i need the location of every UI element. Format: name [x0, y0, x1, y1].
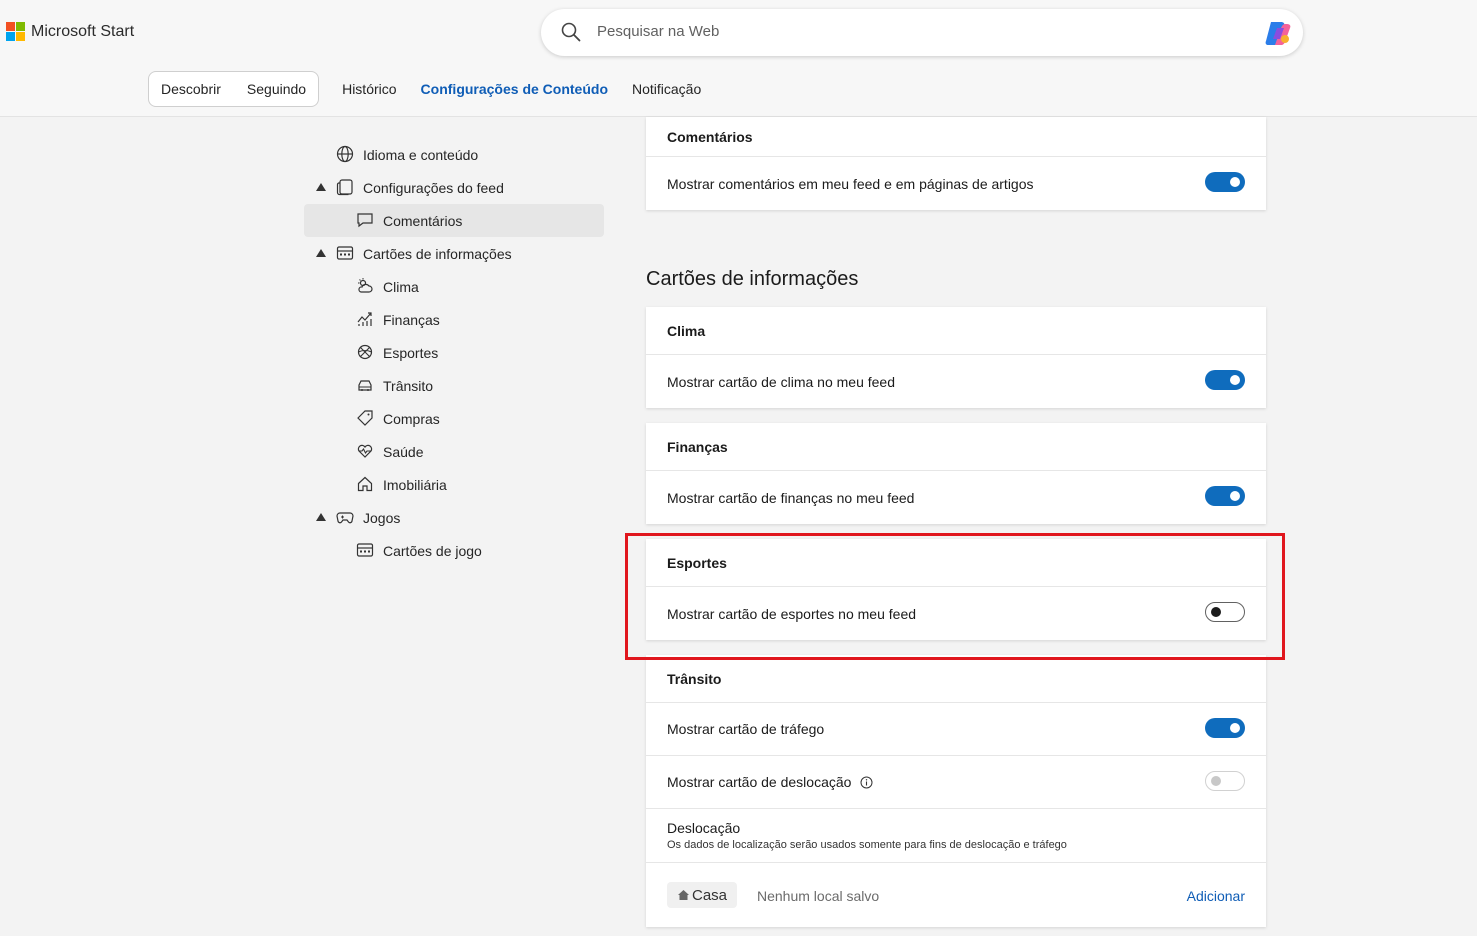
traffic-card: Trânsito Mostrar cartão de tráfego Mostr…: [646, 655, 1266, 927]
comments-toggle-row: Mostrar comentários em meu feed e em pág…: [646, 157, 1266, 210]
tag-icon: [357, 410, 373, 426]
commute-description: Os dados de localização serão usados som…: [667, 839, 1067, 851]
microsoft-logo-icon: [6, 22, 25, 41]
comments-card: Comentários Mostrar comentários em meu f…: [646, 117, 1266, 210]
weather-toggle[interactable]: [1205, 370, 1245, 390]
feed-icon: [336, 179, 353, 196]
row-label: Mostrar cartão de tráfego: [667, 721, 825, 737]
row-label: Mostrar cartão de finanças no meu feed: [667, 489, 915, 506]
sidebar-item-label: Idioma e conteúdo: [363, 147, 479, 163]
info-icon[interactable]: [860, 776, 873, 789]
row-label: Mostrar comentários em meu feed e em pág…: [667, 175, 1034, 192]
feed-toggle-pill: Descobrir Seguindo: [148, 71, 320, 107]
finance-icon: [357, 312, 372, 326]
sports-card: Esportes Mostrar cartão de esportes no m…: [646, 539, 1266, 640]
row-label: Mostrar cartão de clima no meu feed: [667, 373, 895, 390]
nav-following[interactable]: Seguindo: [247, 81, 306, 97]
traffic-toggle-row: Mostrar cartão de tráfego: [646, 703, 1266, 756]
expand-caret-icon[interactable]: [316, 513, 326, 521]
top-nav: Descobrir Seguindo Histórico Configuraçõ…: [148, 71, 701, 107]
sidebar-item-label: Jogos: [363, 510, 401, 526]
commute-title: Deslocação: [667, 820, 741, 836]
sidebar-item-label: Comentários: [383, 213, 463, 229]
nav-content-settings[interactable]: Configurações de Conteúdo: [421, 81, 608, 97]
sidebar-item-label: Cartões de jogo: [383, 543, 482, 559]
top-header: Microsoft Start Pesquisar na Web Descobr…: [0, 0, 1477, 117]
weather-toggle-row: Mostrar cartão de clima no meu feed: [646, 355, 1266, 408]
sidebar-item-label: Imobiliária: [383, 477, 447, 493]
sidebar-item-health[interactable]: Saúde: [304, 435, 604, 468]
weather-card: Clima Mostrar cartão de clima no meu fee…: [646, 307, 1266, 408]
search-icon: [561, 22, 581, 42]
comment-icon: [357, 213, 373, 228]
home-chip: Casa: [667, 882, 737, 908]
search-bar[interactable]: Pesquisar na Web: [541, 9, 1303, 56]
card-title: Esportes: [646, 539, 1266, 587]
home-icon: [357, 476, 373, 492]
sidebar-item-shopping[interactable]: Compras: [304, 402, 604, 435]
copilot-icon[interactable]: [1263, 19, 1293, 47]
home-location-row: Casa Nenhum local salvo Adicionar: [646, 863, 1266, 927]
add-home-link[interactable]: Adicionar: [1187, 888, 1245, 904]
commute-toggle-row: Mostrar cartão de deslocação: [646, 756, 1266, 809]
finance-card: Finanças Mostrar cartão de finanças no m…: [646, 423, 1266, 524]
settings-sidebar: Idioma e conteúdo Configurações do feed …: [304, 138, 604, 567]
sidebar-item-label: Finanças: [383, 312, 440, 328]
sports-toggle-row: Mostrar cartão de esportes no meu feed: [646, 587, 1266, 640]
card-title: Trânsito: [646, 655, 1266, 703]
sidebar-item-traffic[interactable]: Trânsito: [304, 369, 604, 402]
home-empty-text: Nenhum local salvo: [757, 888, 880, 904]
expand-caret-icon[interactable]: [316, 249, 326, 257]
expand-caret-icon[interactable]: [316, 183, 326, 191]
home-label: Casa: [692, 886, 728, 904]
finance-toggle[interactable]: [1205, 486, 1245, 506]
sidebar-item-game-cards[interactable]: Cartões de jogo: [304, 534, 604, 567]
sidebar-item-weather[interactable]: Clima: [304, 270, 604, 303]
card-title: Comentários: [646, 117, 1266, 157]
sidebar-item-feed-settings[interactable]: Configurações do feed: [304, 171, 604, 204]
sidebar-item-label: Esportes: [383, 345, 439, 361]
sidebar-item-language[interactable]: Idioma e conteúdo: [304, 138, 604, 171]
car-icon: [358, 380, 372, 391]
search-input[interactable]: Pesquisar na Web: [597, 23, 719, 40]
sidebar-item-label: Compras: [383, 411, 440, 427]
microsoft-start-logo[interactable]: Microsoft Start: [6, 22, 134, 41]
commute-section: Deslocação Os dados de localização serão…: [646, 809, 1266, 863]
card-title: Clima: [646, 307, 1266, 355]
finance-toggle-row: Mostrar cartão de finanças no meu feed: [646, 471, 1266, 524]
section-title-info-cards: Cartões de informações: [646, 268, 859, 290]
nav-discover[interactable]: Descobrir: [161, 81, 221, 97]
row-label: Mostrar cartão de deslocação: [667, 774, 852, 790]
health-icon: [357, 444, 373, 458]
sidebar-item-finance[interactable]: Finanças: [304, 303, 604, 336]
cards-icon: [336, 246, 354, 260]
cards-icon: [356, 543, 374, 557]
comments-toggle[interactable]: [1205, 172, 1245, 192]
home-icon: [678, 890, 689, 900]
sports-icon: [357, 344, 373, 360]
sports-toggle[interactable]: [1205, 602, 1245, 622]
weather-icon: [358, 278, 373, 293]
sidebar-item-label: Saúde: [383, 444, 424, 460]
traffic-toggle[interactable]: [1205, 718, 1245, 738]
sidebar-item-sports[interactable]: Esportes: [304, 336, 604, 369]
sidebar-item-label: Clima: [383, 279, 419, 295]
sidebar-item-label: Trânsito: [383, 378, 434, 394]
sidebar-item-label: Cartões de informações: [363, 246, 512, 262]
row-label: Mostrar cartão de esportes no meu feed: [667, 605, 917, 622]
gamepad-icon: [336, 512, 354, 524]
brand-name: Microsoft Start: [31, 22, 135, 40]
nav-notification[interactable]: Notificação: [632, 81, 701, 97]
sidebar-item-label: Configurações do feed: [363, 180, 504, 196]
commute-toggle[interactable]: [1205, 771, 1245, 791]
globe-icon: [336, 145, 354, 163]
sidebar-item-games[interactable]: Jogos: [304, 501, 604, 534]
sidebar-item-info-cards[interactable]: Cartões de informações: [304, 237, 604, 270]
card-title: Finanças: [646, 423, 1266, 471]
sidebar-item-comments[interactable]: Comentários: [304, 204, 604, 237]
sidebar-item-real-estate[interactable]: Imobiliária: [304, 468, 604, 501]
nav-history[interactable]: Histórico: [342, 81, 396, 97]
